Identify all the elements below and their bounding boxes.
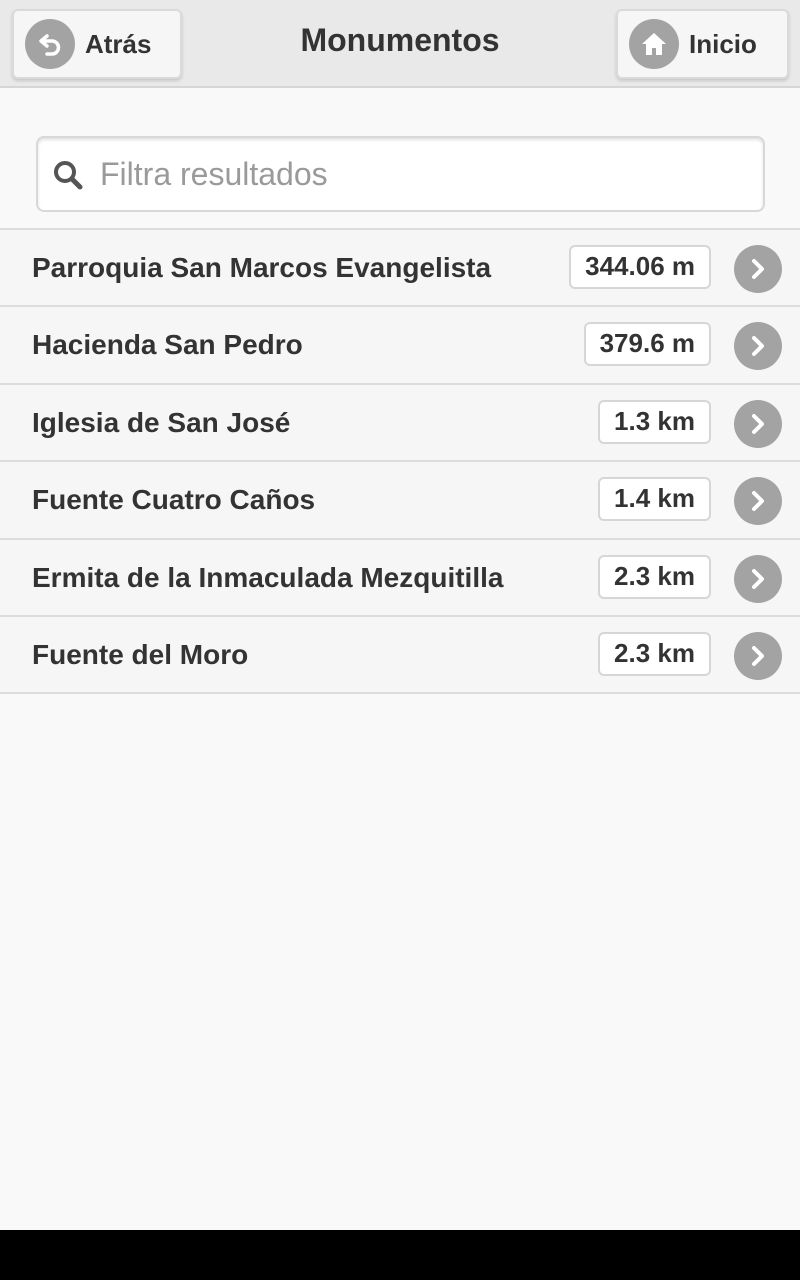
back-arrow-icon	[25, 19, 75, 69]
list-item[interactable]: Parroquia San Marcos Evangelista 344.06 …	[0, 230, 800, 308]
distance-badge: 2.3 km	[598, 554, 711, 599]
list-item-name: Hacienda San Pedro	[32, 329, 303, 361]
back-button[interactable]: Atrás	[12, 9, 182, 79]
home-button-label: Inicio	[689, 28, 757, 59]
page-title: Monumentos	[300, 22, 500, 58]
home-icon	[629, 19, 679, 69]
home-button[interactable]: Inicio	[616, 9, 789, 79]
chevron-right-icon[interactable]	[734, 245, 782, 293]
distance-badge: 1.3 km	[598, 399, 711, 444]
distance-badge: 379.6 m	[583, 322, 711, 367]
list-item-name: Iglesia de San José	[32, 406, 291, 438]
search-input[interactable]	[100, 148, 750, 200]
list-item[interactable]: Ermita de la Inmaculada Mezquitilla 2.3 …	[0, 539, 800, 617]
chevron-right-icon[interactable]	[734, 631, 782, 680]
chevron-right-icon[interactable]	[734, 477, 782, 526]
list-item-name: Ermita de la Inmaculada Mezquitilla	[32, 561, 504, 593]
app-header: Atrás Monumentos Inicio	[0, 0, 800, 88]
list-item-name: Fuente Cuatro Caños	[32, 484, 316, 516]
system-navigation-bar	[0, 1230, 800, 1280]
list-item[interactable]: Iglesia de San José 1.3 km	[0, 384, 800, 463]
chevron-right-icon[interactable]	[734, 554, 782, 603]
chevron-right-icon[interactable]	[734, 399, 782, 448]
distance-badge: 344.06 m	[569, 245, 711, 289]
distance-badge: 1.4 km	[598, 477, 711, 522]
monument-list: Parroquia San Marcos Evangelista 344.06 …	[0, 228, 800, 695]
list-item-name: Parroquia San Marcos Evangelista	[32, 252, 492, 283]
list-item[interactable]: Fuente del Moro 2.3 km	[0, 616, 800, 695]
list-item[interactable]: Fuente Cuatro Caños 1.4 km	[0, 462, 800, 540]
search-icon	[51, 158, 85, 197]
list-item[interactable]: Hacienda San Pedro 379.6 m	[0, 307, 800, 385]
distance-badge: 2.3 km	[598, 631, 711, 676]
search-box	[36, 136, 765, 212]
back-button-label: Atrás	[85, 28, 152, 59]
chevron-right-icon[interactable]	[734, 322, 782, 371]
list-item-name: Fuente del Moro	[32, 638, 249, 670]
